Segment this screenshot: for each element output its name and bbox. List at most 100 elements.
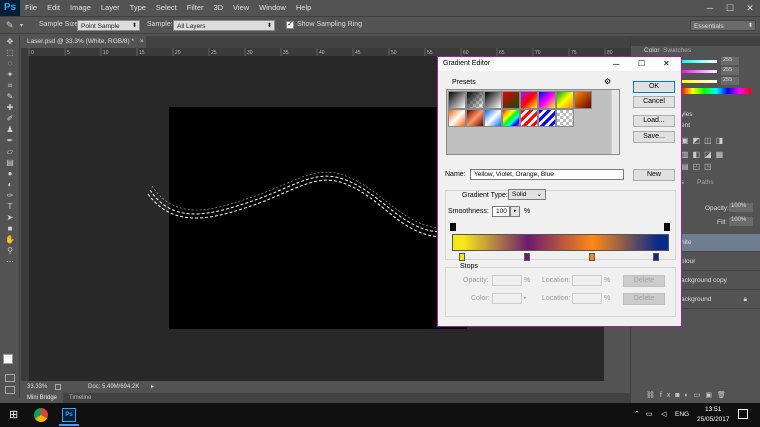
screen-mode-icon[interactable] — [5, 386, 15, 394]
menu-filter[interactable]: Filter — [182, 0, 209, 16]
menu-file[interactable]: File — [20, 0, 42, 16]
menu-image[interactable]: Image — [65, 0, 96, 16]
blue-value[interactable]: 255 — [721, 77, 739, 85]
eyedropper-tool-icon[interactable]: ✎ — [0, 91, 20, 102]
marquee-tool-icon[interactable]: ⬚ — [0, 47, 20, 58]
stop-opacity-input[interactable] — [492, 275, 522, 286]
layer-row-colour[interactable]: olour — [671, 253, 760, 271]
eraser-tool-icon[interactable]: ▱ — [0, 146, 20, 157]
tab-swatches[interactable]: Swatches — [663, 47, 691, 54]
new-button[interactable]: New — [633, 169, 675, 181]
dodge-tool-icon[interactable]: ◐ — [0, 179, 20, 190]
photoshop-taskbar-icon[interactable]: Ps — [62, 408, 76, 422]
layer-row-background-copy[interactable]: ackground copy — [671, 272, 760, 290]
tab-styles[interactable]: yles — [681, 111, 693, 118]
adjustment-icons-row-3[interactable]: ▤◰◳ — [681, 162, 716, 171]
language-indicator[interactable]: ENG — [675, 411, 689, 418]
volume-icon[interactable]: ◁ — [661, 410, 666, 418]
status-arrow-icon[interactable]: ▸ — [151, 381, 154, 393]
menu-help[interactable]: Help — [291, 0, 316, 16]
preset-swatch[interactable] — [484, 91, 502, 109]
path-select-tool-icon[interactable]: ➤ — [0, 212, 20, 223]
more-tools-icon[interactable]: ⋯ — [0, 256, 20, 267]
delete-color-stop-button[interactable]: Delete — [623, 293, 665, 305]
red-value[interactable]: 255 — [721, 57, 739, 65]
presets-gear-icon[interactable]: ⚙ — [604, 77, 611, 86]
minimize-button[interactable]: ─ — [700, 0, 720, 16]
healing-brush-tool-icon[interactable]: ✚ — [0, 102, 20, 113]
presets-scrollbar[interactable] — [611, 90, 619, 154]
smoothness-arrow-icon[interactable]: ▸ — [510, 206, 520, 217]
preset-swatch[interactable] — [484, 109, 502, 127]
stop-opacity-location-input[interactable] — [572, 275, 602, 286]
opacity-stop-right[interactable] — [664, 223, 670, 231]
menu-select[interactable]: Select — [151, 0, 182, 16]
crop-tool-icon[interactable]: ⌗ — [0, 80, 20, 91]
tab-color[interactable]: Color — [641, 46, 663, 55]
layer-row-background[interactable]: ackground 🔒︎ — [671, 291, 760, 309]
adjustment-icons-row-2[interactable]: ▥◧◪▦ — [681, 150, 727, 159]
clock-date[interactable]: 25/05/2017 — [697, 416, 730, 423]
dialog-title-bar[interactable]: Gradient Editor ─ ☐ ✕ — [438, 57, 681, 71]
green-value[interactable]: 255 — [721, 67, 739, 75]
panel-collapse-bar[interactable] — [631, 36, 760, 46]
preset-swatch[interactable] — [448, 91, 466, 109]
stop-color-swatch[interactable] — [492, 293, 522, 304]
clone-stamp-tool-icon[interactable]: ♟ — [0, 124, 20, 135]
menu-type[interactable]: Type — [125, 0, 151, 16]
history-brush-tool-icon[interactable]: ✒ — [0, 135, 20, 146]
delete-opacity-stop-button[interactable]: Delete — [623, 275, 665, 287]
preset-swatch[interactable] — [520, 109, 538, 127]
hand-tool-icon[interactable]: ✋ — [0, 234, 20, 245]
opacity-value[interactable]: 100% — [729, 203, 753, 212]
zoom-tool-icon[interactable]: ⚲ — [0, 245, 20, 256]
action-center-icon[interactable] — [738, 409, 748, 419]
shape-tool-icon[interactable]: ■ — [0, 223, 20, 234]
close-button[interactable]: ✕ — [740, 0, 760, 16]
layer-row-white[interactable]: hite — [671, 234, 760, 252]
slider-r[interactable] — [681, 60, 717, 63]
slider-b[interactable] — [681, 80, 717, 83]
tab-timeline[interactable]: Timeline — [65, 393, 95, 403]
smoothness-input[interactable]: 100 — [492, 206, 510, 217]
preset-swatch[interactable] — [466, 109, 484, 127]
tray-chevron-icon[interactable]: ⌃ — [634, 410, 640, 418]
zoom-level[interactable]: 33.33% — [27, 381, 47, 393]
color-stop-violet[interactable] — [524, 253, 530, 261]
foreground-color-swatch[interactable] — [3, 354, 13, 364]
export-icon[interactable] — [55, 384, 61, 390]
gradient-type-select[interactable]: Solid ⌄ — [508, 189, 546, 200]
slider-g[interactable] — [681, 70, 717, 73]
menu-view[interactable]: View — [228, 0, 254, 16]
tool-preset-chevron-icon[interactable]: ▾ — [20, 22, 23, 29]
layer-action-icons[interactable]: ⛓fx◙◐▭▣🗑︎ — [646, 391, 731, 399]
fill-value[interactable]: 100% — [729, 217, 753, 226]
quick-mask-icon[interactable] — [5, 374, 15, 382]
dialog-close-icon[interactable]: ✕ — [663, 57, 670, 71]
preset-swatch[interactable] — [466, 91, 484, 109]
chrome-icon[interactable] — [34, 408, 48, 422]
menu-3d[interactable]: 3D — [208, 0, 228, 16]
color-stop-blue[interactable] — [653, 253, 659, 261]
network-icon[interactable]: ▭ — [646, 410, 653, 418]
dialog-minimize-icon[interactable]: ─ — [613, 57, 619, 71]
sample-size-select[interactable]: Point Sample — [77, 20, 140, 32]
stop-color-location-input[interactable] — [572, 293, 602, 304]
preset-swatch[interactable] — [538, 91, 556, 109]
preset-swatch[interactable] — [574, 91, 592, 109]
maximize-button[interactable]: ☐ — [720, 0, 740, 16]
preset-swatch[interactable] — [556, 109, 574, 127]
eyedropper-icon[interactable]: ✎ — [6, 20, 14, 31]
dialog-maximize-icon[interactable]: ☐ — [638, 57, 645, 71]
gradient-tool-icon[interactable]: ▤ — [0, 157, 20, 168]
menu-edit[interactable]: Edit — [42, 0, 65, 16]
lasso-tool-icon[interactable]: ◌ — [0, 58, 20, 69]
preset-swatch[interactable] — [538, 109, 556, 127]
windows-start-icon[interactable]: ⊞ — [9, 409, 21, 421]
clock-time[interactable]: 13:51 — [705, 406, 721, 413]
tab-paths[interactable]: Paths — [697, 179, 714, 186]
show-sampling-ring-checkbox[interactable]: ✓ — [286, 21, 294, 29]
quick-select-tool-icon[interactable]: ✦ — [0, 69, 20, 80]
pen-tool-icon[interactable]: ✑ — [0, 190, 20, 201]
sample-select[interactable]: All Layers — [173, 20, 275, 32]
